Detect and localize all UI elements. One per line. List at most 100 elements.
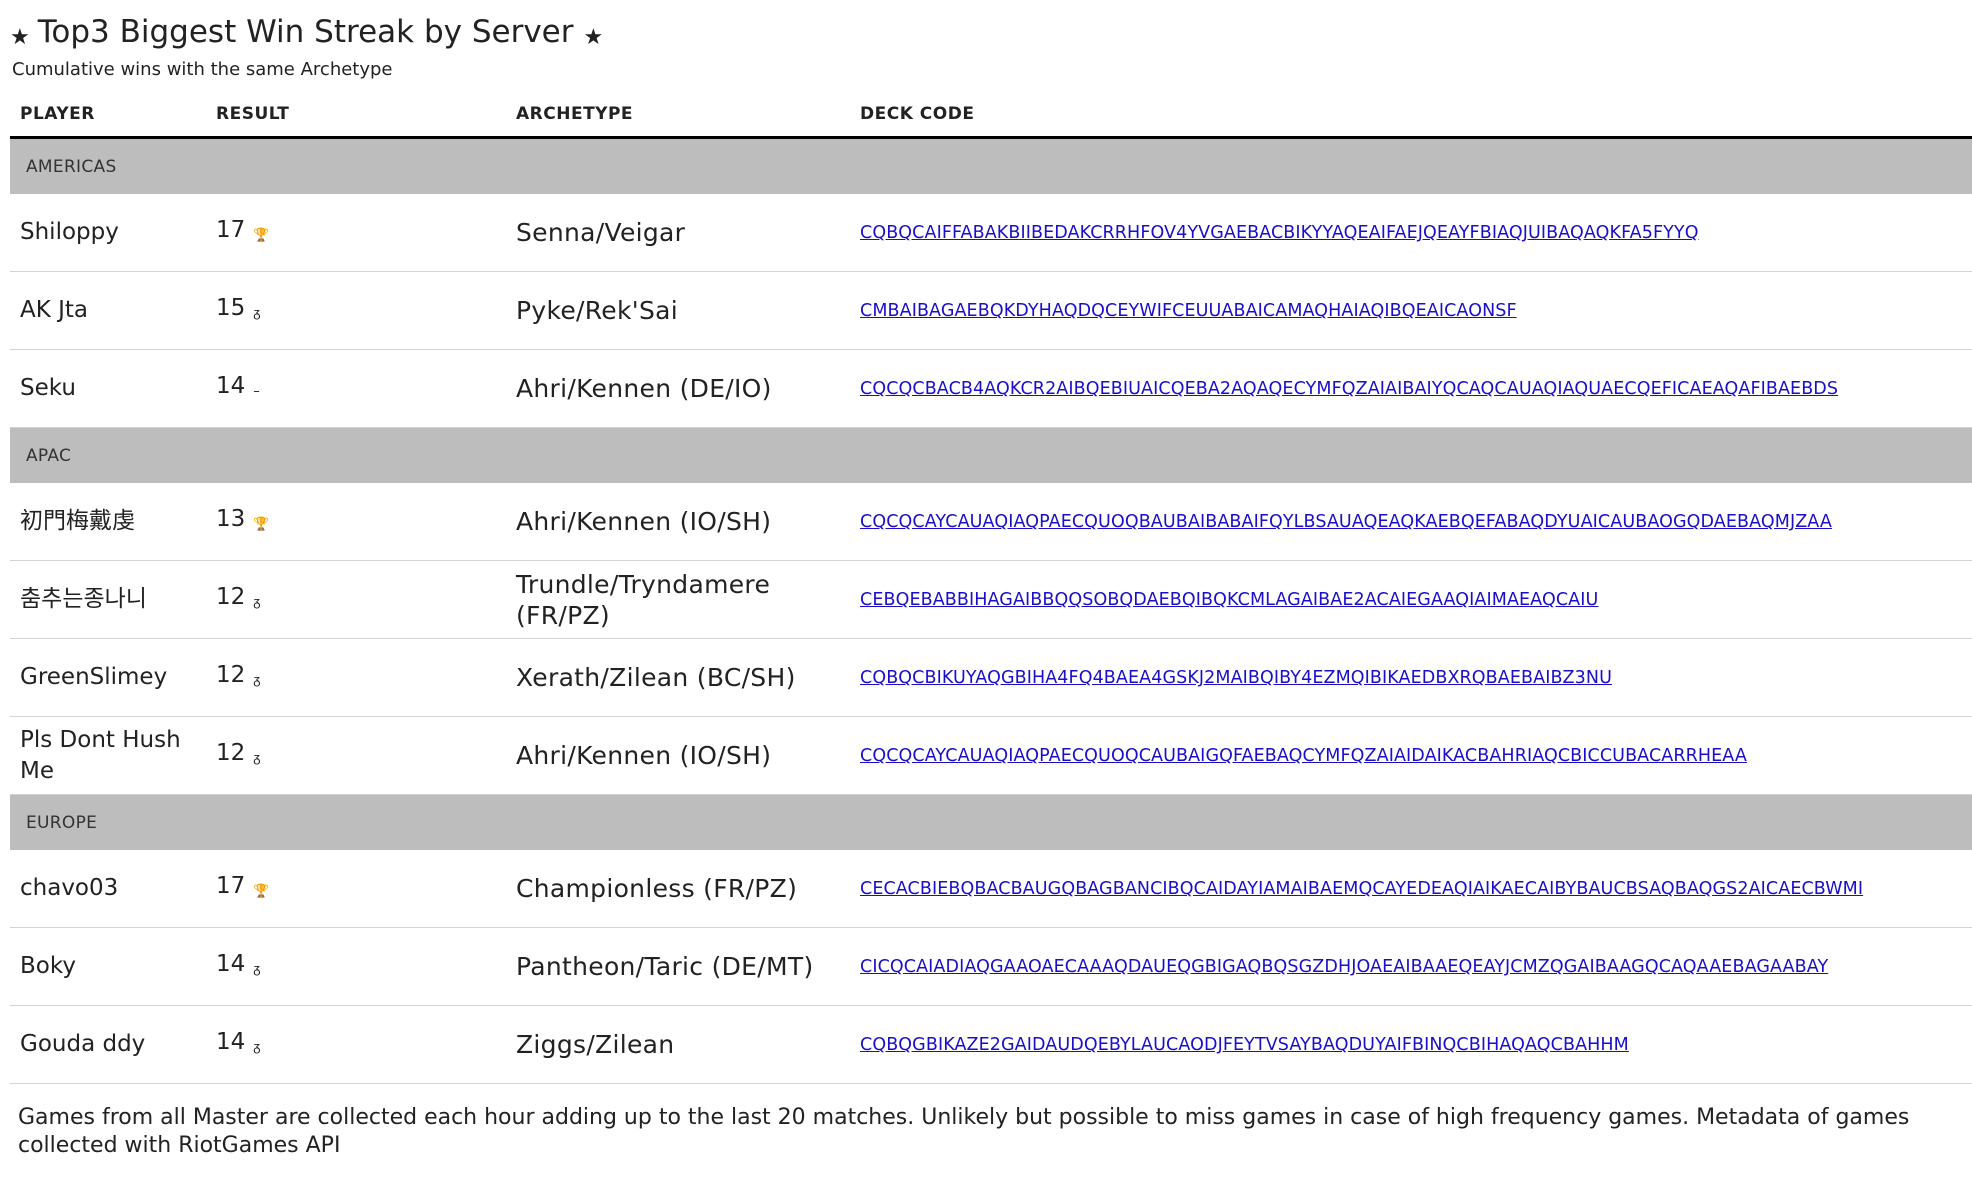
table-row: 初門梅戴虔 13 🏆 Ahri/Kennen (IO/SH) CQCQCAYCAUAQI… bbox=[10, 483, 1972, 561]
player-name: Pls Dont Hush Me bbox=[10, 716, 206, 795]
table-row: Gouda ddy 14 ᵹ Ziggs/Zilean CQBQGBIKAZE2GAID… bbox=[10, 1005, 1972, 1084]
result-cell: 12 ᵹ bbox=[206, 638, 506, 717]
result-value: 13 bbox=[216, 505, 246, 532]
server-group-row: APAC bbox=[10, 427, 1972, 483]
trophy-icon: 🏆 bbox=[253, 883, 270, 899]
deck-code-link[interactable]: CQCQCAYCAUAQIAQPAECQUOQBAUBAIBABAIFQYLBS… bbox=[860, 512, 1832, 532]
player-name: Boky bbox=[10, 927, 206, 1006]
medal-icon: ᵹ bbox=[253, 305, 261, 321]
trophy-icon: 🏆 bbox=[253, 516, 270, 532]
archetype-name: Ahri/Kennen (IO/SH) bbox=[506, 716, 850, 795]
dash-icon: – bbox=[253, 383, 260, 399]
archetype-name: Ziggs/Zilean bbox=[506, 1005, 850, 1084]
medal-icon: ᵹ bbox=[253, 750, 261, 766]
deck-code-link[interactable]: CECACBIEBQBACBAUGQBAGBANCIBQCAIDAYIAMAIB… bbox=[860, 879, 1863, 899]
deck-code-cell: CQBQCAIFFABAKBIIBEDAKCRRHFOV4YVGAEBACBIK… bbox=[850, 194, 1972, 272]
table-body: AMERICAS Shiloppy 17 🏆 Senna/Veigar CQBQCAIFF… bbox=[10, 137, 1972, 1084]
star-icon: ★ bbox=[583, 24, 604, 50]
table-row: Seku 14– Ahri/Kennen (DE/IO) CQCQCBACB4AQKC… bbox=[10, 349, 1972, 428]
result-value: 14 bbox=[216, 950, 246, 977]
result-cell: 12 ᵹ bbox=[206, 560, 506, 639]
column-header-result: RESULT bbox=[206, 92, 506, 139]
archetype-name: Ahri/Kennen (DE/IO) bbox=[506, 349, 850, 428]
archetype-name: Trundle/Tryndamere (FR/PZ) bbox=[506, 560, 850, 639]
result-value: 12 bbox=[216, 583, 246, 610]
column-header-archetype: ARCHETYPE bbox=[506, 92, 850, 139]
table-row: GreenSlimey 12 ᵹ Xerath/Zilean (BC/SH) CQBQC… bbox=[10, 638, 1972, 717]
deck-code-cell: CEBQEBABBIHAGAIBBQQSOBQDAEBQIBQKCMLAGAIB… bbox=[850, 560, 1972, 639]
result-value: 17 bbox=[216, 872, 246, 899]
deck-code-link[interactable]: CICQCAIADIAQGAAOAECAAAQDAUEQGBIGAQBQSGZD… bbox=[860, 957, 1828, 977]
page-title: Top3 Biggest Win Streak by Server bbox=[37, 14, 574, 50]
result-cell: 17 🏆 bbox=[206, 850, 506, 928]
player-name: chavo03 bbox=[10, 850, 206, 928]
medal-icon: ᵹ bbox=[253, 1039, 261, 1055]
deck-code-cell: CICQCAIADIAQGAAOAECAAAQDAUEQGBIGAQBQSGZD… bbox=[850, 927, 1972, 1006]
medal-icon: ᵹ bbox=[253, 961, 261, 977]
result-cell: 14 ᵹ bbox=[206, 927, 506, 1006]
player-name: Gouda ddy bbox=[10, 1005, 206, 1084]
deck-code-link[interactable]: CQCQCBACB4AQKCR2AIBQEBIUAICQEBA2AQAQECYM… bbox=[860, 379, 1838, 399]
result-cell: 14– bbox=[206, 349, 506, 428]
deck-code-cell: CMBAIBAGAEBQKDYHAQDQCEYWIFCEUUABAICAMAQH… bbox=[850, 271, 1972, 350]
medal-icon: ᵹ bbox=[253, 672, 261, 688]
result-cell: 17 🏆 bbox=[206, 194, 506, 272]
medal-icon: ᵹ bbox=[253, 594, 261, 610]
deck-code-link[interactable]: CQCQCAYCAUAQIAQPAECQUOQCAUBAIGQFAEBAQCYM… bbox=[860, 746, 1747, 766]
deck-code-link[interactable]: CQBQGBIKAZE2GAIDAUDQEBYLAUCAODJFEYTVSAYB… bbox=[860, 1035, 1629, 1055]
deck-code-cell: CQCQCAYCAUAQIAQPAECQUOQBAUBAIBABAIFQYLBS… bbox=[850, 483, 1972, 561]
title-row: ★ Top3 Biggest Win Streak by Server ★ bbox=[10, 10, 1972, 54]
table-row: 춤추는종나니 12 ᵹ Trundle/Tryndamere (FR/PZ) CEBQE… bbox=[10, 560, 1972, 639]
player-name: Shiloppy bbox=[10, 194, 206, 272]
archetype-name: Pyke/Rek'Sai bbox=[506, 271, 850, 350]
deck-code-cell: CQCQCBACB4AQKCR2AIBQEBIUAICQEBA2AQAQECYM… bbox=[850, 349, 1972, 428]
archetype-name: Senna/Veigar bbox=[506, 194, 850, 272]
server-group-label: EUROPE bbox=[10, 794, 1972, 850]
server-group-label: AMERICAS bbox=[10, 137, 1972, 194]
result-cell: 14 ᵹ bbox=[206, 1005, 506, 1084]
deck-code-link[interactable]: CQBQCBIKUYAQGBIHA4FQ4BAEA4GSKJ2MAIBQIBY4… bbox=[860, 668, 1612, 688]
table-row: Boky 14 ᵹ Pantheon/Taric (DE/MT) CICQCAIADIA… bbox=[10, 927, 1972, 1006]
archetype-name: Xerath/Zilean (BC/SH) bbox=[506, 638, 850, 717]
table-row: Pls Dont Hush Me 12 ᵹ Ahri/Kennen (IO/SH) CQ… bbox=[10, 716, 1972, 795]
table-row: Shiloppy 17 🏆 Senna/Veigar CQBQCAIFFABAKBIIB… bbox=[10, 194, 1972, 272]
result-value: 14 bbox=[216, 1028, 246, 1055]
server-group-label: APAC bbox=[10, 427, 1972, 483]
deck-code-cell: CQBQCBIKUYAQGBIHA4FQ4BAEA4GSKJ2MAIBQIBY4… bbox=[850, 638, 1972, 717]
player-name: GreenSlimey bbox=[10, 638, 206, 717]
footer-note: Games from all Master are collected each… bbox=[18, 1105, 1910, 1158]
table-row: chavo03 17 🏆 Championless (FR/PZ) CECACBIEBQ… bbox=[10, 850, 1972, 928]
win-streak-table: PLAYER RESULT ARCHETYPE DECK CODE AMERIC… bbox=[10, 92, 1972, 1084]
column-header-player: PLAYER bbox=[10, 92, 206, 139]
result-value: 12 bbox=[216, 661, 246, 688]
archetype-name: Pantheon/Taric (DE/MT) bbox=[506, 927, 850, 1006]
result-cell: 13 🏆 bbox=[206, 483, 506, 561]
archetype-name: Championless (FR/PZ) bbox=[506, 850, 850, 928]
player-name: Seku bbox=[10, 349, 206, 428]
deck-code-cell: CQCQCAYCAUAQIAQPAECQUOQCAUBAIGQFAEBAQCYM… bbox=[850, 716, 1972, 795]
server-group-row: AMERICAS bbox=[10, 137, 1972, 194]
deck-code-link[interactable]: CMBAIBAGAEBQKDYHAQDQCEYWIFCEUUABAICAMAQH… bbox=[860, 301, 1517, 321]
result-value: 14 bbox=[216, 372, 246, 399]
page: ★ Top3 Biggest Win Streak by Server ★ Cu… bbox=[10, 10, 1972, 1179]
player-name: 춤추는종나니 bbox=[10, 560, 206, 639]
result-cell: 12 ᵹ bbox=[206, 716, 506, 795]
result-cell: 15 ᵹ bbox=[206, 271, 506, 350]
server-group-row: EUROPE bbox=[10, 794, 1972, 850]
deck-code-cell: CECACBIEBQBACBAUGQBAGBANCIBQCAIDAYIAMAIB… bbox=[850, 850, 1972, 928]
deck-code-link[interactable]: CEBQEBABBIHAGAIBBQQSOBQDAEBQIBQKCMLAGAIB… bbox=[860, 590, 1598, 610]
table-header-row: PLAYER RESULT ARCHETYPE DECK CODE bbox=[10, 92, 1972, 139]
page-subtitle: Cumulative wins with the same Archetype bbox=[12, 59, 393, 80]
result-value: 15 bbox=[216, 294, 246, 321]
table-row: AK Jta 15 ᵹ Pyke/Rek'Sai CMBAIBAGAEBQKDYHAQD… bbox=[10, 271, 1972, 350]
trophy-icon: 🏆 bbox=[253, 227, 270, 243]
result-value: 12 bbox=[216, 739, 246, 766]
result-value: 17 bbox=[216, 216, 246, 243]
column-header-deck-code: DECK CODE bbox=[850, 92, 1972, 139]
player-name: AK Jta bbox=[10, 271, 206, 350]
player-name: 初門梅戴虔 bbox=[10, 483, 206, 561]
deck-code-link[interactable]: CQBQCAIFFABAKBIIBEDAKCRRHFOV4YVGAEBACBIK… bbox=[860, 223, 1699, 243]
star-icon: ★ bbox=[10, 24, 30, 50]
archetype-name: Ahri/Kennen (IO/SH) bbox=[506, 483, 850, 561]
deck-code-cell: CQBQGBIKAZE2GAIDAUDQEBYLAUCAODJFEYTVSAYB… bbox=[850, 1005, 1972, 1084]
